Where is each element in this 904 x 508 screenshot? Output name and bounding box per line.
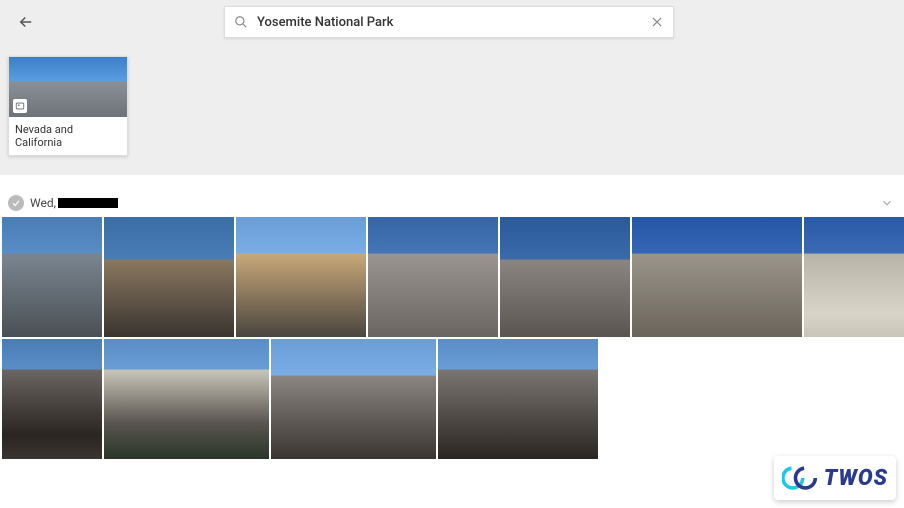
album-title: Nevada and California	[9, 117, 127, 155]
search-bar[interactable]: Yosemite National Park	[224, 6, 674, 38]
search-query-text[interactable]: Yosemite National Park	[257, 15, 641, 30]
album-thumbnail	[9, 57, 127, 117]
chevron-down-icon	[880, 196, 894, 210]
photo-thumbnail[interactable]	[368, 217, 498, 337]
photo-thumbnail[interactable]	[500, 217, 630, 337]
photo-thumbnail[interactable]	[104, 339, 269, 459]
search-header-region: Yosemite National Park Nevada and Califo…	[0, 0, 904, 175]
photo-thumbnail[interactable]	[632, 217, 802, 337]
photo-thumbnail[interactable]	[804, 217, 904, 337]
album-icon	[15, 101, 25, 111]
date-day-prefix: Wed,	[30, 196, 56, 210]
photo-row	[2, 217, 902, 337]
select-day-checkbox[interactable]	[8, 195, 24, 211]
watermark-overlay: TWOS	[774, 456, 896, 500]
arrow-left-icon	[17, 13, 35, 31]
photo-grid	[0, 217, 904, 459]
album-type-badge	[13, 99, 27, 113]
photo-thumbnail[interactable]	[236, 217, 366, 337]
album-card-nevada-california[interactable]: Nevada and California	[8, 56, 128, 156]
photo-thumbnail[interactable]	[104, 217, 234, 337]
watermark-logo-icon	[782, 460, 818, 496]
photo-thumbnail[interactable]	[438, 339, 598, 459]
photo-thumbnail[interactable]	[2, 339, 102, 459]
header-row: Yosemite National Park	[0, 0, 904, 40]
checkmark-icon	[11, 198, 21, 208]
date-redacted	[58, 198, 118, 208]
back-button[interactable]	[8, 4, 44, 40]
photo-thumbnail[interactable]	[2, 217, 102, 337]
date-group-header: Wed,	[0, 175, 904, 217]
search-icon	[225, 15, 257, 29]
collapse-day-button[interactable]	[880, 196, 894, 210]
photo-row	[2, 339, 902, 459]
close-icon	[650, 15, 664, 29]
photo-results: Wed,	[0, 175, 904, 459]
watermark-text: TWOS	[824, 466, 888, 491]
clear-search-button[interactable]	[641, 15, 673, 29]
photo-thumbnail[interactable]	[271, 339, 436, 459]
